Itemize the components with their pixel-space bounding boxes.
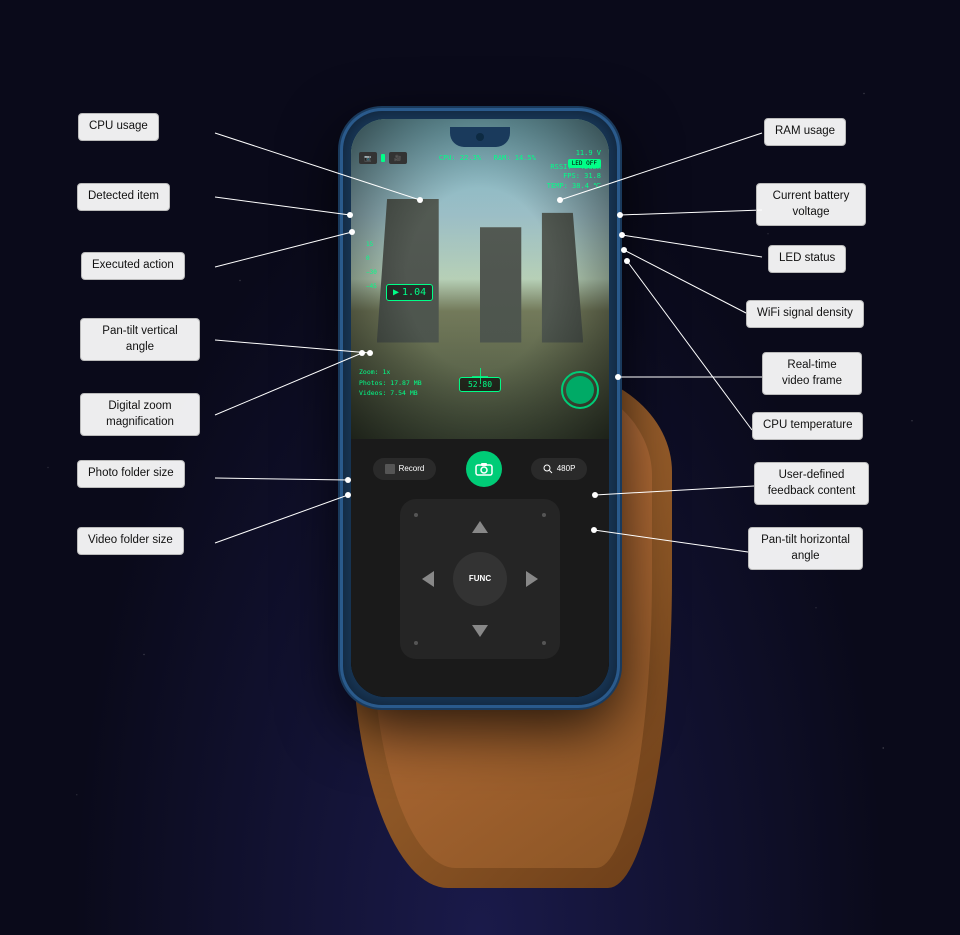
temp-value: TEMP: 38.4 ℃ <box>547 182 601 192</box>
camera-mode-icon: 🎥 <box>389 152 407 164</box>
status-indicator <box>381 154 385 162</box>
resolution-button[interactable]: 480P <box>531 458 588 480</box>
zoom-label: Zoom: 1x <box>359 367 422 377</box>
left-arrow-icon <box>422 571 434 587</box>
dpad-dot-br <box>542 641 546 645</box>
photos-label: Photos: 17.87 MB <box>359 378 422 388</box>
zoom-magnification-value: 1.04 <box>402 287 426 298</box>
label-pan-tilt-horizontal: Pan-tilt horizontalangle <box>748 527 863 570</box>
label-led-status: LED status <box>768 245 846 273</box>
mode-icon: 📷 <box>359 152 377 164</box>
dpad-dot-tl <box>414 513 418 517</box>
label-realtime-frame: Real-timevideo frame <box>762 352 862 395</box>
down-arrow-icon <box>472 625 488 637</box>
phone-inner: 📷 🎥 CPU: 22.3% RAM: 14.5% 11.9 V <box>351 119 609 697</box>
phone-wrapper: 📷 🎥 CPU: 22.3% RAM: 14.5% 11.9 V <box>310 108 650 828</box>
phone-frame: 📷 🎥 CPU: 22.3% RAM: 14.5% 11.9 V <box>340 108 620 708</box>
dpad-container: FUNC <box>400 499 560 659</box>
battery-value-text: 11.9 V <box>576 149 601 157</box>
zoom-value-box: ▶ 1.04 <box>386 284 433 301</box>
crosshair <box>472 368 488 384</box>
shutter-circle-button[interactable] <box>561 371 599 409</box>
hud-overlay: 📷 🎥 CPU: 22.3% RAM: 14.5% 11.9 V <box>351 119 609 439</box>
hud-cpu-ram: CPU: 22.3% RAM: 14.5% <box>439 154 536 162</box>
hud-icons-left: 📷 🎥 <box>359 152 407 164</box>
label-pan-tilt-vertical: Pan-tilt verticalangle <box>80 318 200 361</box>
cpu-value: CPU: 22.3% <box>439 154 481 162</box>
pan-tilt-scale: 15 0 −30 −45 <box>366 239 377 293</box>
control-bar-top: Record <box>361 447 599 487</box>
hud-info-bottom: Zoom: 1x Photos: 17.87 MB Videos: 7.54 M… <box>359 367 422 398</box>
label-battery-voltage: Current batteryvoltage <box>756 183 866 226</box>
scale-0: 0 <box>366 253 377 265</box>
rssi-value: RSSI: -42dBm <box>547 163 601 173</box>
ram-value: RAM: 14.5% <box>494 154 536 162</box>
fps-value: FPS: 31.8 <box>547 172 601 182</box>
label-ram-usage: RAM usage <box>764 118 846 146</box>
scale-minus45: −45 <box>366 281 377 293</box>
main-container: CPU usage Detected item Executed action … <box>0 0 960 935</box>
scale-15: 15 <box>366 239 377 251</box>
dpad-dot-bl <box>414 641 418 645</box>
camera-svg-icon <box>475 462 493 476</box>
record-label: Record <box>399 464 425 473</box>
func-label: FUNC <box>469 574 491 583</box>
label-cpu-temp: CPU temperature <box>752 412 863 440</box>
zoom-icon <box>543 464 553 474</box>
label-video-folder: Video folder size <box>77 527 184 555</box>
camera-screen: 📷 🎥 CPU: 22.3% RAM: 14.5% 11.9 V <box>351 119 609 439</box>
dpad-dot-tr <box>542 513 546 517</box>
func-button[interactable]: FUNC <box>453 552 507 606</box>
record-button[interactable]: Record <box>373 458 437 480</box>
zoom-arrow-icon: ▶ <box>393 287 399 298</box>
videos-label: Videos: 7.54 MB <box>359 388 422 398</box>
label-wifi-signal: WiFi signal density <box>746 300 864 328</box>
record-icon <box>385 464 395 474</box>
label-cpu-usage: CPU usage <box>78 113 159 141</box>
front-camera <box>476 133 484 141</box>
label-digital-zoom: Digital zoommagnification <box>80 393 200 436</box>
dpad-up-button[interactable] <box>464 511 496 543</box>
shutter-inner <box>566 376 594 404</box>
label-photo-folder: Photo folder size <box>77 460 185 488</box>
dpad-down-button[interactable] <box>464 615 496 647</box>
control-panel: Record <box>351 439 609 697</box>
label-detected-item: Detected item <box>77 183 170 211</box>
dpad-right-button[interactable] <box>516 563 548 595</box>
label-executed-action: Executed action <box>81 252 185 280</box>
scale-minus30: −30 <box>366 267 377 279</box>
volume-down-button[interactable] <box>340 271 343 301</box>
dpad-left-button[interactable] <box>412 563 444 595</box>
take-photo-button[interactable] <box>466 451 502 487</box>
volume-up-button[interactable] <box>340 231 343 261</box>
hud-right-stats: RSSI: -42dBm FPS: 31.8 TEMP: 38.4 ℃ <box>547 163 601 192</box>
label-user-feedback: User-definedfeedback content <box>754 462 869 505</box>
resolution-label: 480P <box>557 464 576 473</box>
right-arrow-icon <box>526 571 538 587</box>
power-button[interactable] <box>617 261 620 301</box>
up-arrow-icon <box>472 521 488 533</box>
phone-notch <box>450 127 510 147</box>
